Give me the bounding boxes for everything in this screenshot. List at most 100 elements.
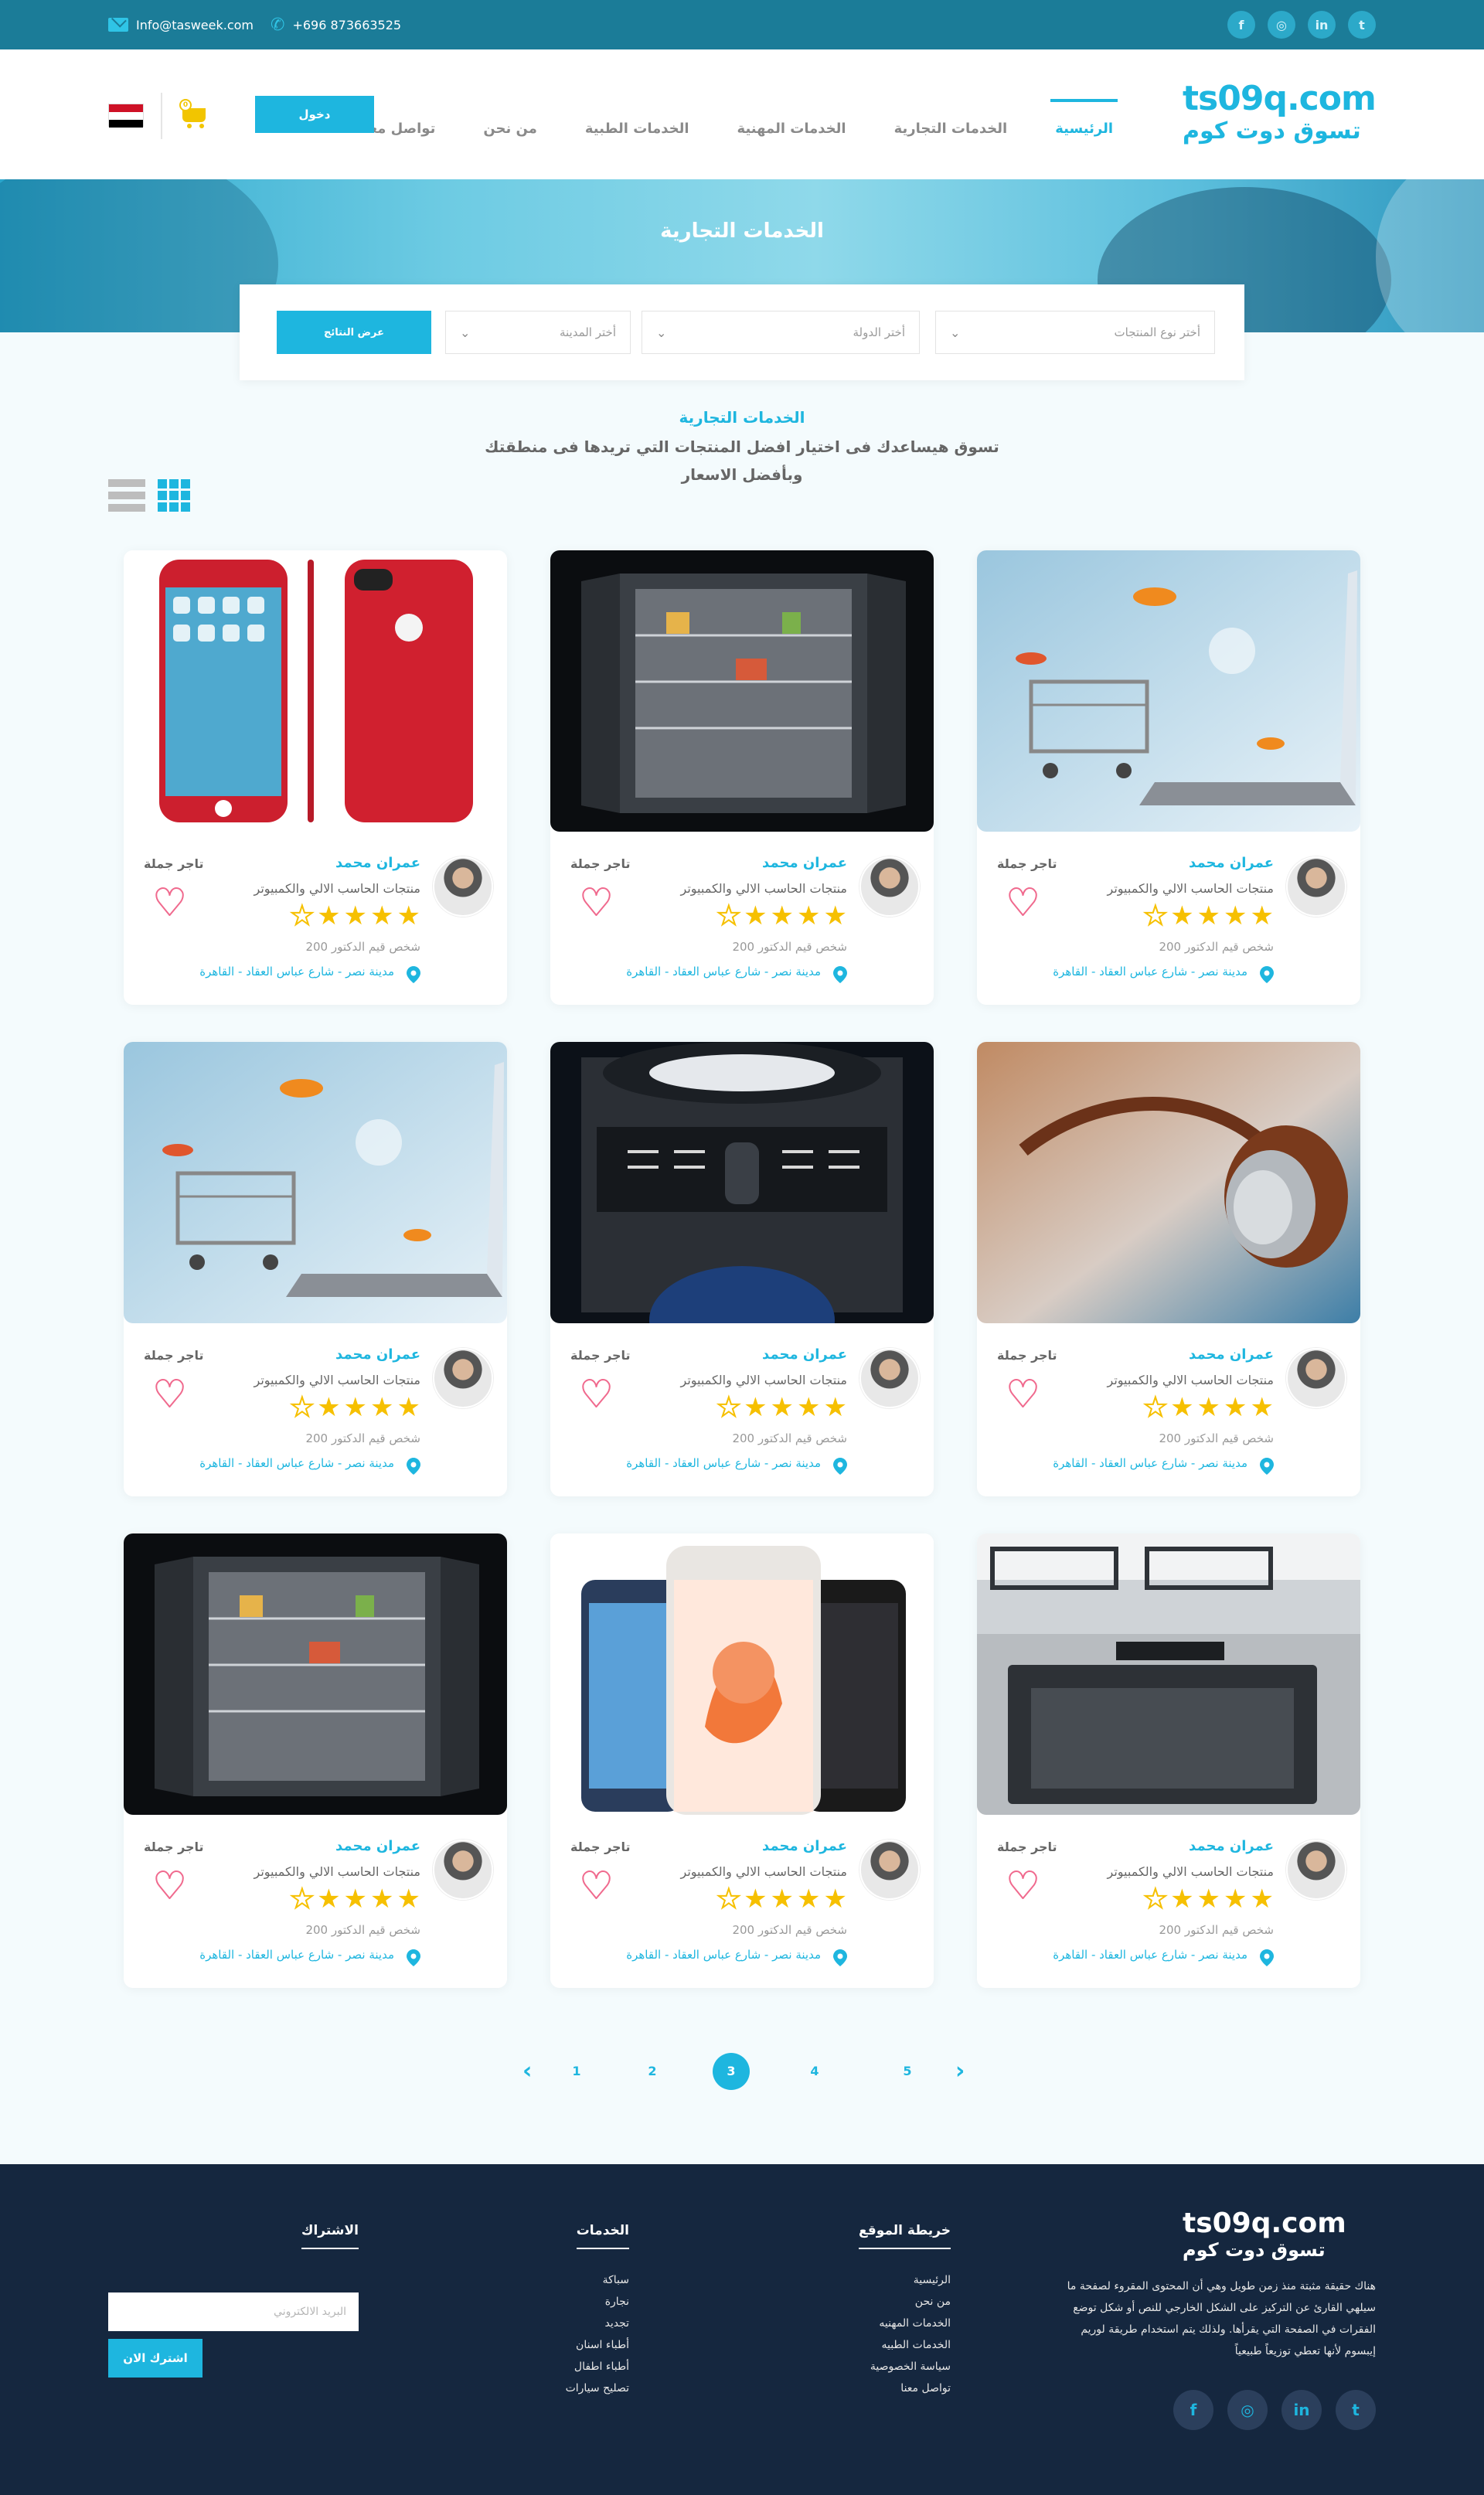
product-card[interactable]: عمران محمد منتجات الحاسب الالي والكمبيوتر… xyxy=(550,550,934,1005)
nav-about[interactable]: من نحن xyxy=(483,99,537,137)
country-select[interactable]: ⌄ أختر الدولة xyxy=(642,311,920,354)
sitemap-link[interactable]: من نحن xyxy=(859,2291,951,2313)
service-link[interactable]: أطباء اطفال xyxy=(566,2356,629,2378)
subscribe-button[interactable]: اشترك الان xyxy=(108,2339,203,2378)
avatar[interactable] xyxy=(859,1348,920,1408)
avatar[interactable] xyxy=(433,1840,493,1900)
city-select[interactable]: ⌄ أختر المدينة xyxy=(445,311,631,354)
page-4[interactable]: 4 xyxy=(796,2053,833,2090)
seller-category: منتجات الحاسب الالي والكمبيوتر xyxy=(1107,1373,1274,1387)
product-image[interactable] xyxy=(124,1042,507,1323)
seller-name[interactable]: عمران محمد xyxy=(335,855,420,871)
show-results-button[interactable]: عرض النتائج xyxy=(277,311,431,354)
product-card[interactable]: عمران محمد منتجات الحاسب الالي والكمبيوتر… xyxy=(124,1533,507,1988)
page-2[interactable]: 2 xyxy=(634,2053,671,2090)
seller-name[interactable]: عمران محمد xyxy=(762,1346,847,1363)
heart-icon[interactable]: ♥ xyxy=(1006,1867,1040,1905)
avatar[interactable] xyxy=(433,856,493,917)
seller-name[interactable]: عمران محمد xyxy=(335,1838,420,1854)
seller-name[interactable]: عمران محمد xyxy=(1189,855,1274,871)
product-card[interactable]: عمران محمد منتجات الحاسب الالي والكمبيوتر… xyxy=(124,1042,507,1496)
nav-medical-services[interactable]: الخدمات الطبية xyxy=(585,99,689,137)
heart-icon[interactable]: ♥ xyxy=(579,1867,614,1905)
seller-name[interactable]: عمران محمد xyxy=(762,1838,847,1854)
subscribe-email-input[interactable] xyxy=(108,2292,359,2331)
linkedin-icon[interactable]: in xyxy=(1308,11,1336,39)
product-card[interactable]: عمران محمد منتجات الحاسب الالي والكمبيوتر… xyxy=(977,1533,1360,1988)
list-view-icon[interactable] xyxy=(108,479,145,512)
product-card[interactable]: عمران محمد منتجات الحاسب الالي والكمبيوتر… xyxy=(977,550,1360,1005)
seller-name[interactable]: عمران محمد xyxy=(762,855,847,871)
sitemap-link[interactable]: الرئيسية xyxy=(859,2269,951,2291)
footer-logo[interactable]: ts09q.com تسوق دوت كوم xyxy=(1183,2209,1376,2262)
product-image[interactable] xyxy=(977,1533,1360,1815)
product-card[interactable]: عمران محمد منتجات الحاسب الالي والكمبيوتر… xyxy=(124,550,507,1005)
page-5[interactable]: 5 xyxy=(889,2053,926,2090)
sitemap-link[interactable]: سياسة الخصوصية xyxy=(859,2356,951,2378)
star-icon: ★ xyxy=(1196,900,1221,931)
service-link[interactable]: سباكة xyxy=(566,2269,629,2291)
login-button[interactable]: دخول xyxy=(255,96,374,133)
product-card[interactable]: عمران محمد منتجات الحاسب الالي والكمبيوتر… xyxy=(977,1042,1360,1496)
instagram-icon[interactable]: ◎ xyxy=(1227,2390,1268,2430)
nav-home[interactable]: الرئيسية xyxy=(1050,99,1118,137)
avatar[interactable] xyxy=(1286,1348,1346,1408)
heart-icon[interactable]: ♥ xyxy=(152,883,187,922)
cart-icon[interactable]: 0 xyxy=(179,97,210,128)
sitemap-link[interactable]: الخدمات المهنيه xyxy=(859,2313,951,2334)
nav-professional-services[interactable]: الخدمات المهنية xyxy=(737,99,846,137)
heart-icon[interactable]: ♥ xyxy=(152,1867,187,1905)
twitter-icon[interactable]: t xyxy=(1348,11,1376,39)
seller-name[interactable]: عمران محمد xyxy=(1189,1346,1274,1363)
heart-icon[interactable]: ♥ xyxy=(1006,1375,1040,1414)
product-image[interactable] xyxy=(124,1533,507,1815)
product-card[interactable]: عمران محمد منتجات الحاسب الالي والكمبيوتر… xyxy=(550,1533,934,1988)
email-contact[interactable]: Info@tasweek.com xyxy=(108,0,254,49)
phone-contact[interactable]: ✆ +696 873663525 xyxy=(271,0,401,49)
facebook-icon[interactable]: f xyxy=(1173,2390,1213,2430)
product-image[interactable] xyxy=(977,550,1360,832)
product-image[interactable] xyxy=(977,1042,1360,1323)
linkedin-icon[interactable]: in xyxy=(1281,2390,1322,2430)
heart-icon[interactable]: ♥ xyxy=(152,1375,187,1414)
seller-name[interactable]: عمران محمد xyxy=(335,1346,420,1363)
product-card[interactable]: عمران محمد منتجات الحاسب الالي والكمبيوتر… xyxy=(550,1042,934,1496)
phone-text[interactable]: +696 873663525 xyxy=(292,18,401,32)
sitemap-link[interactable]: تواصل معنا xyxy=(859,2378,951,2399)
email-text[interactable]: Info@tasweek.com xyxy=(136,18,254,32)
product-image[interactable] xyxy=(550,1533,934,1815)
grid-view-icon[interactable] xyxy=(158,479,190,512)
chevron-right-icon[interactable]: › xyxy=(955,2053,965,2090)
avatar[interactable] xyxy=(433,1348,493,1408)
chevron-left-icon[interactable]: ‹ xyxy=(522,2053,532,2090)
twitter-icon[interactable]: t xyxy=(1336,2390,1376,2430)
product-image[interactable] xyxy=(550,550,934,832)
site-logo[interactable]: ts09q.com تسوق دوت كوم xyxy=(1183,79,1377,150)
heart-icon[interactable]: ♥ xyxy=(579,1375,614,1414)
star-icon: ★ xyxy=(1224,1884,1247,1915)
page-1[interactable]: 1 xyxy=(558,2053,595,2090)
avatar[interactable] xyxy=(859,1840,920,1900)
product-type-select[interactable]: ⌄ أختر نوع المنتجات xyxy=(935,311,1215,354)
heart-icon[interactable]: ♥ xyxy=(579,883,614,922)
page-3[interactable]: 3 xyxy=(713,2053,750,2090)
logo-latin: ts09q.com xyxy=(1183,79,1377,118)
avatar[interactable] xyxy=(859,856,920,917)
seller-role: تاجر جملة xyxy=(570,1840,631,1854)
service-link[interactable]: نجارة xyxy=(566,2291,629,2313)
product-image[interactable] xyxy=(550,1042,934,1323)
instagram-icon[interactable]: ◎ xyxy=(1268,11,1295,39)
service-link[interactable]: أطباء اسنان xyxy=(566,2334,629,2356)
sitemap-link[interactable]: الخدمات الطبيه xyxy=(859,2334,951,2356)
facebook-icon[interactable]: f xyxy=(1227,11,1255,39)
product-image[interactable] xyxy=(124,550,507,832)
pagination: › 5 4 3 2 1 ‹ xyxy=(510,2053,974,2090)
service-link[interactable]: تصليح سيارات xyxy=(566,2378,629,2399)
avatar[interactable] xyxy=(1286,1840,1346,1900)
heart-icon[interactable]: ♥ xyxy=(1006,883,1040,922)
egypt-flag-icon[interactable] xyxy=(108,104,144,128)
seller-name[interactable]: عمران محمد xyxy=(1189,1838,1274,1854)
avatar[interactable] xyxy=(1286,856,1346,917)
service-link[interactable]: تجديد xyxy=(566,2313,629,2334)
nav-commercial-services[interactable]: الخدمات التجارية xyxy=(894,99,1008,137)
